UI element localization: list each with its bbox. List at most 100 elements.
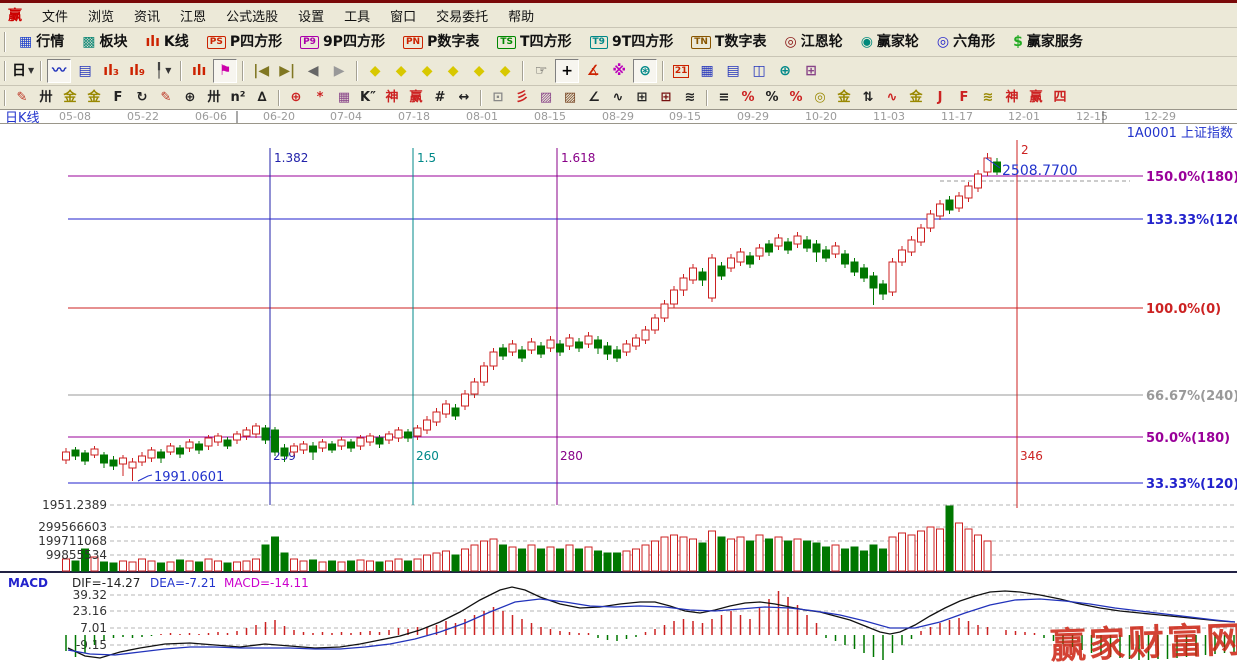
draw-percent-red[interactable]: %	[737, 87, 759, 108]
menu-item-3[interactable]: 江恩	[170, 4, 216, 27]
hand-tool-button[interactable]: ☞	[529, 59, 553, 83]
draw-radial[interactable]: *	[309, 87, 331, 108]
t-square-button[interactable]: TS T四方形	[489, 28, 579, 56]
draw-gold-section-2[interactable]: 金	[83, 87, 105, 108]
kline-button[interactable]: ılı K线	[137, 28, 196, 56]
menu-item-5[interactable]: 设置	[288, 4, 334, 27]
p-square-button[interactable]: PS P四方形	[199, 28, 290, 56]
draw-n-square[interactable]: n²	[227, 87, 249, 108]
draw-percent-ruler[interactable]: ≡	[713, 87, 735, 108]
9p-square-button[interactable]: P9 9P四方形	[292, 28, 393, 56]
menu-item-7[interactable]: 窗口	[380, 4, 426, 27]
menu-item-2[interactable]: 资讯	[124, 4, 170, 27]
draw-j-line[interactable]: J	[929, 87, 951, 108]
draw-slant-gold[interactable]: ≋	[977, 87, 999, 108]
draw-grid-123[interactable]: #	[429, 87, 451, 108]
draw-ying-line[interactable]: 赢	[1025, 87, 1047, 108]
diamond-nav-2-button[interactable]: ◆	[389, 59, 413, 83]
calendar-button[interactable]: 21	[669, 59, 693, 83]
bars-3-button[interactable]: ıl₃	[99, 59, 123, 83]
bars-9-button[interactable]: ıl₉	[125, 59, 149, 83]
cycle-tool-button[interactable]: ⊛	[633, 59, 658, 83]
hexagon-button[interactable]: ◎ 六角形	[929, 28, 1003, 56]
menu-item-9[interactable]: 帮助	[498, 4, 544, 27]
draw-grid-b[interactable]: ⊞	[655, 87, 677, 108]
info-panel-button[interactable]: ▤	[73, 59, 97, 83]
winner-wheel-button[interactable]: ◉ 赢家轮	[853, 28, 927, 56]
angle-measure-button[interactable]: ∡	[581, 59, 605, 83]
web-button[interactable]: ⊕	[773, 59, 797, 83]
period-day-dropdown[interactable]: 日 ▼	[11, 59, 35, 83]
draw-fibo-f[interactable]: F	[107, 87, 129, 108]
nav-first-button[interactable]: |◀	[249, 59, 273, 83]
publish-button[interactable]: ⊞	[799, 59, 823, 83]
draw-gold-eq[interactable]: 金	[833, 87, 855, 108]
draw-percent[interactable]: %	[761, 87, 783, 108]
diamond-nav-4-button[interactable]: ◆	[441, 59, 465, 83]
draw-triangle-rule[interactable]: ∆	[251, 87, 273, 108]
draw-wave[interactable]: ∿	[607, 87, 629, 108]
flag-tool-button[interactable]: ⚑	[213, 59, 238, 83]
t-number-table-button[interactable]: TN T数字表	[683, 28, 774, 56]
draw-span-arrow[interactable]: ↔	[453, 87, 475, 108]
diamond-nav-5-button[interactable]: ◆	[467, 59, 491, 83]
nav-next-button[interactable]: ▶	[327, 59, 351, 83]
trend-chart-button[interactable]: 〰	[47, 59, 72, 83]
calculator-button[interactable]: ▦	[695, 59, 719, 83]
draw-gold-section-1[interactable]: 金	[59, 87, 81, 108]
chart-area[interactable]: 05-08 05-22 06-06 06-20 07-04 07-18 08-01 08-15…	[0, 110, 1237, 665]
draw-gold-circle[interactable]: ◎	[809, 87, 831, 108]
diamond-nav-1-button[interactable]: ◆	[363, 59, 387, 83]
draw-pen-lines[interactable]: ✎	[155, 87, 177, 108]
volume-bar	[613, 552, 621, 572]
p-number-table-button[interactable]: PN P数字表	[395, 28, 487, 56]
draw-target[interactable]: ⊕	[285, 87, 307, 108]
draw-hlines-2[interactable]: 卅	[203, 87, 225, 108]
draw-hlines[interactable]: 卅	[35, 87, 57, 108]
red-kline-button[interactable]: ılı	[187, 59, 211, 83]
draw-shen[interactable]: 神	[381, 87, 403, 108]
menu-item-8[interactable]: 交易委托	[426, 4, 498, 27]
draw-wave-a[interactable]: ∿	[881, 87, 903, 108]
draw-shen-line[interactable]: 神	[1001, 87, 1023, 108]
winner-service-button[interactable]: $ 赢家服务	[1005, 28, 1091, 56]
quotes-button[interactable]: ▦ 行情	[11, 28, 72, 56]
nav-last-button[interactable]: ▶|	[275, 59, 299, 83]
menu-item-4[interactable]: 公式选股	[216, 4, 288, 27]
draw-gold-line[interactable]: 金	[905, 87, 927, 108]
volume-bar	[727, 538, 735, 572]
save-button[interactable]: ◫	[747, 59, 771, 83]
draw-k-wave[interactable]: K″	[357, 87, 379, 108]
menu-item-6[interactable]: 工具	[334, 4, 380, 27]
gann-wheel-button[interactable]: ◎ 江恩轮	[776, 28, 850, 56]
draw-percent-line[interactable]: %	[785, 87, 807, 108]
9t-square-button[interactable]: T9 9T四方形	[582, 28, 682, 56]
draw-angle-lines[interactable]: ∠	[583, 87, 605, 108]
diamond-nav-3-button[interactable]: ◆	[415, 59, 439, 83]
diamond-nav-6-button[interactable]: ◆	[493, 59, 517, 83]
candle-style-dropdown[interactable]: ╿ ▼	[151, 59, 175, 83]
nav-prev-button[interactable]: ◀	[301, 59, 325, 83]
draw-si-line-icon: 四	[1053, 90, 1067, 105]
draw-brush[interactable]: ⇅	[857, 87, 879, 108]
sectors-button[interactable]: ▩ 板块	[74, 28, 135, 56]
menu-item-0[interactable]: 文件	[32, 4, 78, 27]
draw-ying[interactable]: 赢	[405, 87, 427, 108]
crosshair-tool-button[interactable]: +	[555, 59, 580, 83]
draw-fan-grid[interactable]: ▨	[559, 87, 581, 108]
draw-f-line[interactable]: F	[953, 87, 975, 108]
draw-spiral[interactable]: ↻	[131, 87, 153, 108]
draw-fan-red[interactable]: 彡	[511, 87, 533, 108]
draw-pen[interactable]: ✎	[11, 87, 33, 108]
candle-body	[926, 213, 935, 229]
gann-grid-button[interactable]: ※	[607, 59, 631, 83]
draw-fan-purple[interactable]: ▨	[535, 87, 557, 108]
draw-si-line[interactable]: 四	[1049, 87, 1071, 108]
draw-grid-box[interactable]: ▦	[333, 87, 355, 108]
menu-item-1[interactable]: 浏览	[78, 4, 124, 27]
notes-button[interactable]: ▤	[721, 59, 745, 83]
draw-zoom-box[interactable]: ⊡	[487, 87, 509, 108]
draw-slant-lines[interactable]: ≋	[679, 87, 701, 108]
draw-grid-a[interactable]: ⊞	[631, 87, 653, 108]
draw-gann-circle[interactable]: ⊕	[179, 87, 201, 108]
